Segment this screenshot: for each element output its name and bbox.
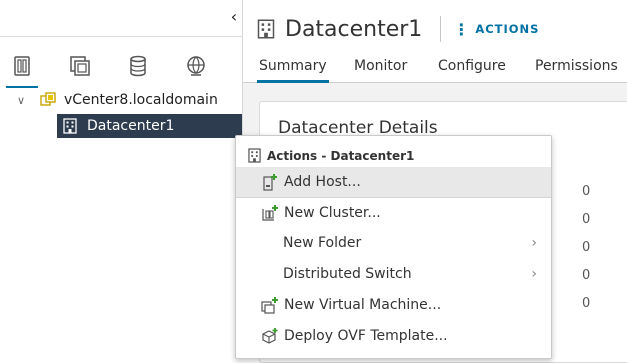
datacenter-icon [63,118,77,134]
new-cluster-icon [261,204,279,222]
add-host-icon [261,173,279,191]
menu-item-label: New Folder [283,235,362,251]
count-value: 0 [582,268,591,283]
chevron-right-icon: › [531,266,537,282]
menu-item-new-cluster[interactable]: New Cluster... [236,198,551,228]
divider [0,36,242,37]
menu-item-label: Deploy OVF Template... [284,328,448,344]
menu-item-label: Distributed Switch [283,266,412,282]
hosts-clusters-icon[interactable] [4,48,40,88]
actions-button[interactable]: ⋮ ACTIONS [453,20,539,39]
actions-context-menu: Actions - Datacenter1 Add Host... New Cl… [235,135,552,359]
menu-item-new-vm[interactable]: New Virtual Machine... [236,290,551,320]
tab-summary[interactable]: Summary [257,58,329,83]
count-value: 0 [582,296,591,311]
tab-permissions[interactable]: Permissions [535,58,618,74]
divider [440,16,442,42]
menu-item-distributed-switch[interactable]: Distributed Switch › [236,259,551,289]
menu-item-deploy-ovf[interactable]: Deploy OVF Template... [236,321,551,351]
vms-templates-icon[interactable] [62,48,98,84]
vcenter-icon [40,92,56,108]
menu-item-label: New Cluster... [284,205,381,221]
count-value: 0 [582,212,591,227]
vertical-ellipsis-icon: ⋮ [453,19,470,39]
count-value: 0 [582,184,591,199]
network-icon[interactable] [178,48,214,84]
menu-header-label: Actions - Datacenter1 [267,148,415,163]
storage-icon[interactable] [120,48,156,84]
inventory-tabs [0,48,242,88]
tab-bar: Summary Monitor Configure Permissions [243,52,627,83]
chevron-left-icon[interactable]: ‹ [226,8,242,26]
datacenter-icon [257,19,275,39]
tab-monitor[interactable]: Monitor [354,58,407,74]
chevron-down-icon[interactable]: ∨ [14,94,28,107]
menu-item-label: New Virtual Machine... [284,297,442,313]
tree-item-datacenter[interactable]: Datacenter1 [57,114,242,138]
count-value: 0 [582,240,591,255]
actions-label: ACTIONS [475,22,540,36]
new-vm-icon [261,296,279,314]
navigator-pane: ‹ ∨ vCenter8.localdomain Datacenter1 [0,0,243,355]
page-header: Datacenter1 ⋮ ACTIONS [257,14,539,44]
tree-item-label: Datacenter1 [87,118,175,134]
chevron-right-icon: › [531,235,537,251]
tree-item-vcenter[interactable]: ∨ vCenter8.localdomain [0,88,242,112]
page-title: Datacenter1 [285,16,423,42]
datacenter-icon [248,148,261,163]
tab-configure[interactable]: Configure [438,58,506,74]
menu-item-new-folder[interactable]: New Folder › [236,228,551,258]
menu-item-label: Add Host... [284,174,361,190]
tree-item-label: vCenter8.localdomain [64,92,218,108]
menu-header: Actions - Datacenter1 [248,148,414,163]
menu-item-add-host[interactable]: Add Host... [236,167,551,197]
deploy-ovf-icon [261,327,279,345]
